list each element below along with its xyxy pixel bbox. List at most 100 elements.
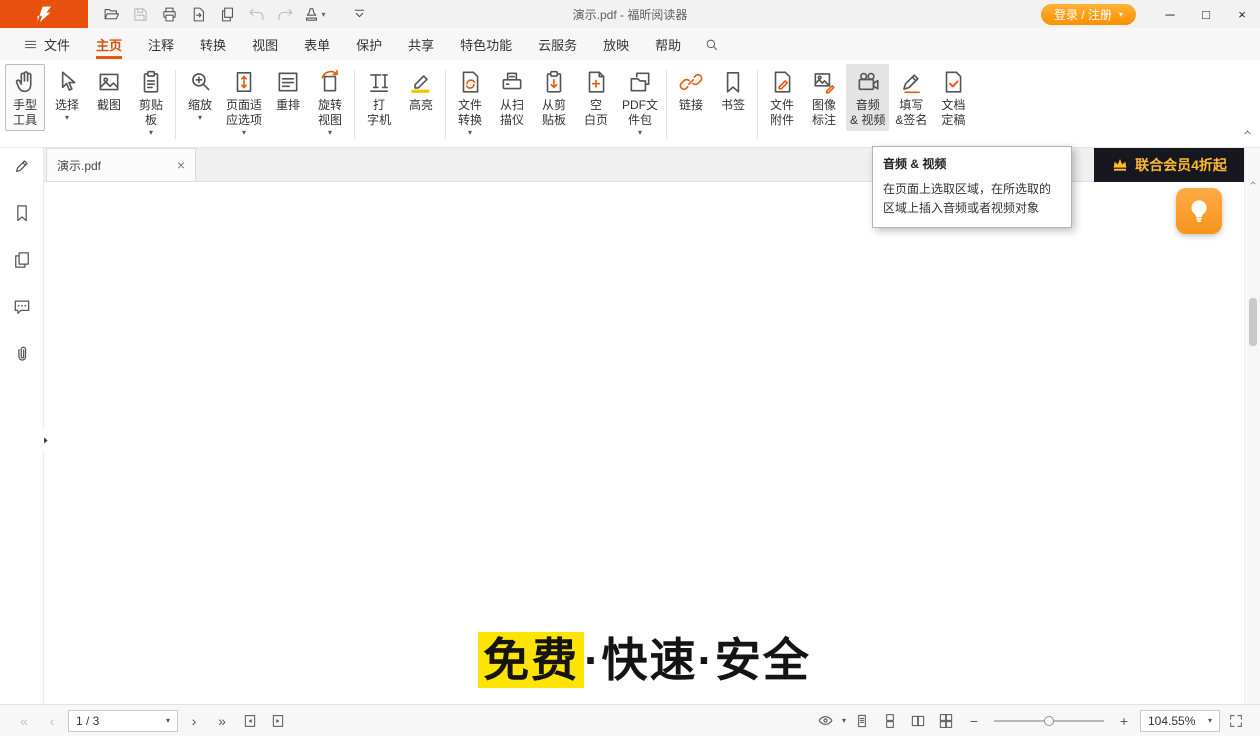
minimize-button[interactable]: ─	[1152, 0, 1188, 28]
search-button[interactable]	[694, 28, 729, 60]
quick-tool-button[interactable]: ▾	[301, 2, 328, 26]
zoom-out-button[interactable]: −	[962, 709, 986, 733]
menu-item-active[interactable]: 主页	[83, 28, 135, 60]
chevron-down-icon[interactable]: ▾	[166, 716, 170, 725]
title-bar: ▾ 演示.pdf - 福昕阅读器 登录 / 注册 ▾ ─ □ ×	[0, 0, 1260, 28]
login-button[interactable]: 登录 / 注册 ▾	[1041, 4, 1136, 25]
snapshot-tool-button[interactable]: 截图	[89, 64, 129, 116]
navigation-sidebar	[0, 148, 44, 704]
heading-text: ·快速·安全	[584, 634, 811, 686]
rotate-view-button[interactable]: 旋转 视图▾	[310, 64, 350, 139]
reflow-icon	[275, 69, 301, 95]
from-clipboard-button[interactable]: 从剪 贴板	[534, 64, 574, 131]
blank-page-button[interactable]: 空 白页	[576, 64, 616, 131]
audio-video-tooltip: 音频 & 视频 在页面上选取区域，在所选取的区域上插入音频或者视频对象	[872, 146, 1072, 228]
export-document-button[interactable]	[185, 2, 212, 26]
open-file-button[interactable]	[98, 2, 125, 26]
link-icon	[678, 69, 704, 95]
page-fit-options-button[interactable]: 页面适 应选项▾	[222, 64, 266, 139]
fullscreen-button[interactable]	[1224, 709, 1248, 733]
membership-banner[interactable]: 联合会员4折起	[1094, 148, 1244, 182]
menu-item[interactable]: 文件	[10, 28, 83, 60]
ribbon-separator	[175, 70, 176, 139]
first-page-button[interactable]: «	[12, 709, 36, 733]
redo-button[interactable]	[272, 2, 299, 26]
menu-item[interactable]: 特色功能	[447, 28, 525, 60]
facing-view-button[interactable]	[906, 709, 930, 733]
save-file-button[interactable]	[127, 2, 154, 26]
previous-view-button[interactable]	[238, 709, 262, 733]
highlight-tool-button[interactable]: 高亮	[401, 64, 441, 116]
vertical-scrollbar[interactable]	[1244, 148, 1260, 704]
image-annotation-button[interactable]: 图像 标注	[804, 64, 844, 131]
file-convert-button[interactable]: 文件 转换▾	[450, 64, 490, 139]
next-view-button[interactable]	[266, 709, 290, 733]
typewriter-tool-button[interactable]: 打 字机	[359, 64, 399, 131]
bookmarks-panel-button[interactable]	[7, 201, 37, 225]
doc-finalize-button[interactable]: 文档 定稿	[933, 64, 973, 131]
paste-clipboard-icon	[541, 69, 567, 95]
next-page-button[interactable]: ›	[182, 709, 206, 733]
foxit-logo[interactable]	[0, 0, 88, 28]
zoom-level-input[interactable]: 104.55% ▾	[1140, 710, 1220, 732]
tab-close-icon[interactable]: ×	[177, 158, 185, 172]
menu-item[interactable]: 共享	[395, 28, 447, 60]
customize-toolbar-button[interactable]	[346, 2, 373, 26]
link-tool-button[interactable]: 链接	[671, 64, 711, 116]
maximize-button[interactable]: □	[1188, 0, 1224, 28]
scroll-up-icon[interactable]	[1245, 178, 1260, 188]
menu-item[interactable]: 注释	[135, 28, 187, 60]
reflow-tool-button[interactable]: 重排	[268, 64, 308, 116]
page-number-input[interactable]: 1 / 3 ▾	[68, 710, 178, 732]
hand-icon	[12, 69, 38, 95]
zoom-in-button[interactable]: +	[1112, 709, 1136, 733]
menu-item-label: 帮助	[655, 35, 681, 54]
collapse-ribbon-button[interactable]	[1241, 126, 1254, 139]
pdf-portfolio-button[interactable]: PDF文 件包▾	[618, 64, 662, 139]
comments-panel-button[interactable]	[7, 295, 37, 319]
audio-video-button[interactable]: 音频 & 视频	[846, 64, 889, 131]
view-mode-button[interactable]	[814, 709, 838, 733]
menu-item[interactable]: 放映	[590, 28, 642, 60]
menu-item[interactable]: 保护	[343, 28, 395, 60]
undo-button[interactable]	[243, 2, 270, 26]
chevron-down-icon[interactable]: ▾	[1208, 716, 1212, 725]
assistant-lightbulb-button[interactable]	[1176, 188, 1222, 234]
menu-item[interactable]: 转换	[187, 28, 239, 60]
annotations-panel-button[interactable]	[7, 154, 37, 178]
select-tool-button[interactable]: 选择▾	[47, 64, 87, 124]
document-tab[interactable]: 演示.pdf ×	[46, 148, 196, 181]
previous-page-button[interactable]: ‹	[40, 709, 64, 733]
ribbon-separator	[666, 70, 667, 139]
file-attachment-button[interactable]: 文件 附件	[762, 64, 802, 131]
scrollbar-thumb[interactable]	[1249, 298, 1257, 346]
menu-item[interactable]: 帮助	[642, 28, 694, 60]
copy-document-button[interactable]	[214, 2, 241, 26]
last-page-button[interactable]: »	[210, 709, 234, 733]
document-page[interactable]: 免费·快速·安全	[45, 182, 1244, 704]
zoom-tool-button[interactable]: 缩放▾	[180, 64, 220, 124]
facing-continuous-view-button[interactable]	[934, 709, 958, 733]
fill-sign-button[interactable]: 填写 &签名	[891, 64, 931, 131]
sidebar-expand-handle[interactable]	[39, 428, 52, 452]
menu-item[interactable]: 表单	[291, 28, 343, 60]
continuous-view-button[interactable]	[878, 709, 902, 733]
zoom-slider[interactable]	[994, 711, 1104, 731]
print-button[interactable]	[156, 2, 183, 26]
hand-tool-button[interactable]: 手型 工具	[5, 64, 45, 131]
close-button[interactable]: ×	[1224, 0, 1260, 28]
menu-item[interactable]: 云服务	[525, 28, 590, 60]
tab-label: 演示.pdf	[57, 157, 169, 174]
zoom-slider-thumb[interactable]	[1044, 716, 1054, 726]
chevron-down-icon[interactable]: ▾	[842, 716, 846, 725]
page-thumbnails-panel-button[interactable]	[7, 248, 37, 272]
caret-right-icon	[40, 435, 51, 446]
single-page-view-button[interactable]	[850, 709, 874, 733]
bookmark-tool-button[interactable]: 书签	[713, 64, 753, 116]
clipboard-tool-button[interactable]: 剪贴 板▾	[131, 64, 171, 139]
menu-item[interactable]: 视图	[239, 28, 291, 60]
login-label: 登录 / 注册	[1054, 6, 1112, 23]
menu-item-label: 表单	[304, 35, 330, 54]
from-scanner-button[interactable]: 从扫 描仪	[492, 64, 532, 131]
attachments-panel-button[interactable]	[7, 342, 37, 366]
